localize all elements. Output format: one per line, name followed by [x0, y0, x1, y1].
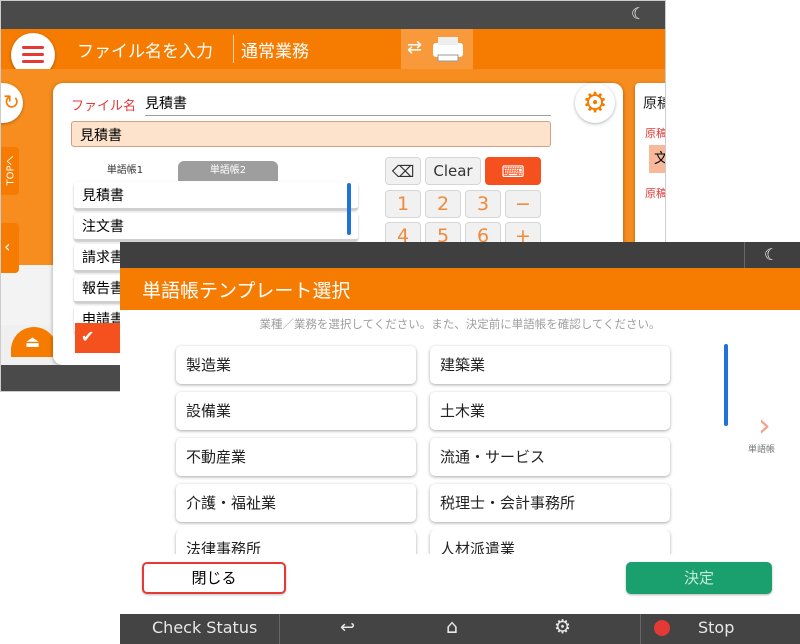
ok-button[interactable]: 決定 [626, 562, 772, 594]
wordbook-next-button[interactable]: › 単語帳 [748, 406, 798, 462]
tab-wordbook-1[interactable]: 単語帳1 [75, 161, 175, 181]
original-label: 原稿 [645, 187, 666, 200]
back-icon[interactable]: ↩ [340, 617, 355, 638]
category-button[interactable]: 流通・サービス [430, 438, 670, 476]
filename-input[interactable]: 見積書 [145, 93, 551, 116]
check-status-button[interactable]: Check Status [152, 618, 257, 637]
original-label: 原稿 [645, 127, 666, 140]
stop-button[interactable]: Stop [698, 618, 734, 637]
prev-button[interactable]: ‹ [1, 223, 19, 273]
backspace-icon: ⌫ [391, 162, 415, 181]
chevron-left-icon: ‹ [4, 237, 11, 256]
stop-icon [654, 620, 670, 636]
filename-label: ファイル名 [71, 99, 137, 114]
clear-button[interactable]: Clear [425, 157, 481, 185]
instruction-text: 業種／業務を選択してください。また、決定前に単語帳を確認してください。 [259, 317, 661, 331]
printer-button[interactable]: ⇄ [401, 29, 473, 69]
original-settings-card: 原稿 原稿 文 原稿 [635, 83, 666, 263]
bottom-divider [279, 614, 280, 644]
header-divider [233, 35, 234, 63]
settings-button[interactable]: ⚙ [575, 83, 615, 123]
scrollbar[interactable] [347, 183, 351, 235]
keyboard-button[interactable]: ⌨ [485, 157, 541, 185]
category-button[interactable]: 不動産業 [176, 438, 416, 476]
original-chip[interactable]: 文 [649, 145, 665, 173]
moon-icon: ☾ [631, 4, 646, 23]
key-3[interactable]: 3 [465, 190, 501, 218]
confirm-check-button[interactable]: ✔ [75, 323, 121, 353]
eject-icon: ⏏ [25, 332, 41, 351]
list-item[interactable]: 見積書 [74, 182, 358, 210]
rotate-icon: ↻ [3, 90, 20, 114]
header-mode: 通常業務 [241, 42, 309, 62]
category-button[interactable]: 法律事務所 [176, 530, 416, 554]
backspace-button[interactable]: ⌫ [385, 157, 421, 185]
eject-button[interactable]: ⏏ [11, 327, 57, 357]
list-clip: 法律事務所 人材派遣業 [170, 530, 680, 554]
list-item[interactable]: 注文書 [74, 213, 358, 241]
page-title: 単語帳テンプレート選択 [142, 280, 351, 302]
top-side-tab[interactable]: TOPへ [1, 147, 19, 195]
category-button[interactable]: 製造業 [176, 346, 416, 384]
category-button[interactable]: 人材派遣業 [430, 530, 670, 554]
tab-wordbook-2[interactable]: 単語帳2 [178, 161, 278, 181]
scrollbar[interactable] [724, 344, 728, 426]
moon-icon: ☾ [764, 245, 779, 264]
category-button[interactable]: 土木業 [430, 392, 670, 430]
close-button[interactable]: 閉じる [142, 562, 286, 594]
bottom-bar: Check Status ↩ ⌂ ⚙ Stop [120, 614, 800, 644]
category-button[interactable]: 設備業 [176, 392, 416, 430]
status-bar: ☾ [120, 242, 800, 268]
template-select-screen: ☾ 単語帳テンプレート選択 業種／業務を選択してください。また、決定前に単語帳を… [120, 242, 800, 644]
home-icon[interactable]: ⌂ [446, 616, 458, 638]
printer-icon [433, 37, 463, 62]
status-bar: ☾ [1, 1, 665, 29]
gear-icon: ⚙ [582, 86, 608, 119]
category-button[interactable]: 介護・福祉業 [176, 484, 416, 522]
check-icon: ✔ [81, 327, 95, 346]
key-minus[interactable]: − [505, 190, 541, 218]
wordbook-next-label: 単語帳 [748, 445, 776, 455]
filename-preview: 見積書 [71, 121, 551, 147]
key-1[interactable]: 1 [385, 190, 421, 218]
title-bar: 単語帳テンプレート選択 [120, 268, 800, 310]
header-title: ファイル名を入力 [77, 42, 213, 62]
keyboard-icon: ⌨ [501, 162, 525, 181]
swap-icon: ⇄ [407, 37, 423, 58]
category-button[interactable]: 建築業 [430, 346, 670, 384]
original-title: 原稿 [643, 96, 665, 112]
top-side-tab-label: TOPへ [5, 155, 17, 186]
bottom-divider [640, 614, 641, 644]
chevron-right-icon: › [758, 406, 771, 444]
settings-icon[interactable]: ⚙ [554, 616, 571, 638]
category-button[interactable]: 税理士・会計事務所 [430, 484, 670, 522]
status-divider [744, 242, 745, 268]
key-2[interactable]: 2 [425, 190, 461, 218]
